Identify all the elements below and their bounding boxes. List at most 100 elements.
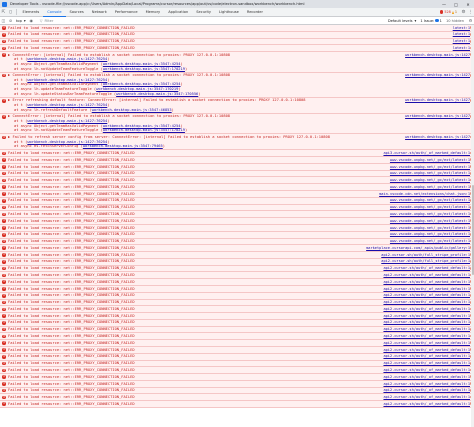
tab-sources[interactable]: Sources: [66, 8, 88, 17]
source-link[interactable]: marketplace.cursorapi.com/_apis/public/g…: [364, 245, 470, 251]
console-error-row[interactable]: Failed to load resource: net::ERR_PROXY_…: [0, 340, 474, 347]
console-error-row[interactable]: Failed to load resource: net::ERR_PROXY_…: [0, 177, 474, 185]
stack-frame-link[interactable]: workbench.desktop.main.js:3547:170556: [116, 92, 198, 96]
source-link[interactable]: api2.cursor.sh/auth/_of_marked_default:1: [381, 320, 470, 326]
source-link[interactable]: api2.cursor.sh/auth/full_stripe_profile:…: [379, 252, 470, 258]
device-toolbar-icon[interactable]: ▯: [7, 8, 14, 17]
console-error-row[interactable]: Failed to load resource: net::ERR_PROXY_…: [0, 45, 474, 53]
tab-memory[interactable]: Memory: [142, 8, 165, 17]
console-error-row[interactable]: Failed to load resource: net::ERR_PROXY_…: [0, 299, 474, 307]
console-error-row[interactable]: ▶ ConnectError: [internal] Failed to est…: [0, 52, 474, 73]
source-link[interactable]: workbench.desktop.main.js:1427: [403, 134, 470, 140]
stack-frame-link[interactable]: workbench.desktop.main.js:1427:76254: [27, 103, 107, 107]
tab-elements[interactable]: Elements: [19, 8, 44, 17]
source-link[interactable]: www.vscode-unpkg.net/_gc/ext/latest:1: [387, 198, 470, 203]
console-error-row[interactable]: Failed to load resource: net::ERR_PROXY_…: [0, 285, 474, 293]
source-link[interactable]: www.vscode-unpkg.net/_gc/ext/latest:1: [387, 239, 470, 244]
source-link[interactable]: api2.cursor.sh/auth/_of_marked_default:1: [381, 367, 470, 373]
console-error-row[interactable]: Failed to load resource: net::ERR_PROXY_…: [0, 279, 474, 286]
console-error-row[interactable]: Failed to load resource: net::ERR_PROXY_…: [0, 394, 474, 402]
clear-console-icon[interactable]: ⊘: [7, 17, 14, 25]
source-link[interactable]: www.vscode-unpkg.net/_gc/ext/latest:1: [387, 184, 470, 190]
console-error-row[interactable]: Failed to load resource: net::ERR_PROXY_…: [0, 163, 474, 171]
console-error-row[interactable]: ▶ Error refreshing default feature: Conn…: [0, 97, 474, 114]
console-error-row[interactable]: ▶ ConnectError: [internal] Failed to est…: [0, 113, 474, 135]
source-link[interactable]: api2.cursor.sh/auth/_of_marked_default:1: [381, 279, 470, 285]
tab-recorder[interactable]: Recorder: [243, 8, 267, 17]
source-link[interactable]: api2.cursor.sh/auth/_of_marked_default:1: [381, 293, 470, 298]
console-error-row[interactable]: Failed to load resource: net::ERR_PROXY_…: [0, 25, 474, 32]
source-link[interactable]: latest:1: [450, 45, 470, 51]
sidebar-toggle-icon[interactable]: ◫: [0, 17, 7, 25]
tab-application[interactable]: Application: [164, 8, 192, 17]
tab-console[interactable]: Console: [43, 8, 66, 17]
minimize-icon[interactable]: —: [438, 0, 450, 8]
stack-frame-link[interactable]: workbench.desktop.main.js:3547:46853: [92, 108, 172, 112]
source-link[interactable]: www.vscode-unpkg.net/_gc/ext/latest:1: [387, 232, 470, 237]
source-link[interactable]: api2.cursor.sh/auth/_of_marked_default:1: [381, 266, 470, 271]
console-error-row[interactable]: Failed to load resource: net::ERR_PROXY_…: [0, 333, 474, 341]
console-error-row[interactable]: Failed to load resource: net::ERR_PROXY_…: [0, 224, 474, 232]
console-error-row[interactable]: Failed to load resource: net::ERR_PROXY_…: [0, 170, 474, 178]
console-error-row[interactable]: Failed to load resource: net::ERR_PROXY_…: [0, 258, 474, 266]
source-link[interactable]: api3.cursor.sh/auth/_of_marked_default:1: [381, 150, 470, 156]
tab-network[interactable]: Network: [88, 8, 111, 17]
source-link[interactable]: api2.cursor.sh/auth/_of_marked_default:1: [381, 286, 470, 292]
source-link[interactable]: www.vscode-unpkg.net/_gc/ext/latest:1: [387, 157, 470, 163]
source-link[interactable]: www.vscode-unpkg.net/_gc/ext/latest:1: [387, 164, 470, 170]
source-link[interactable]: api2.cursor.sh/auth/_of_marked_default:1: [381, 273, 470, 278]
source-link[interactable]: www.vscode-unpkg.net/_gc/ext/latest:1: [387, 171, 470, 176]
source-link[interactable]: api2.cursor.sh/auth/_of_marked_default:1: [381, 306, 470, 312]
source-link[interactable]: api2.cursor.sh/auth/_of_marked_default:1: [381, 300, 470, 305]
console-error-row[interactable]: Failed to load resource: net::ERR_PROXY_…: [0, 231, 474, 239]
console-error-row[interactable]: Failed to load resource: net::ERR_PROXY_…: [0, 150, 474, 158]
console-error-row[interactable]: Failed to load resource: net::ERR_PROXY_…: [0, 306, 474, 314]
console-error-row[interactable]: Failed to load resource: net::ERR_PROXY_…: [0, 191, 474, 198]
console-error-row[interactable]: Failed to load resource: net::ERR_PROXY_…: [0, 252, 474, 259]
console-error-row[interactable]: Failed to load resource: net::ERR_PROXY_…: [0, 374, 474, 381]
source-link[interactable]: www.vscode-unpkg.net/_gc/ext/latest:1: [387, 225, 470, 231]
more-options-icon[interactable]: ⋮: [467, 8, 474, 17]
stack-frame-link[interactable]: workbench.desktop.main.js:3547:4254: [103, 124, 181, 128]
error-count-badge[interactable]: 528 1: [439, 10, 457, 14]
eye-icon[interactable]: ◉: [28, 17, 35, 25]
stack-frame-link[interactable]: workbench.desktop.main.js:3547:4254: [103, 82, 181, 86]
issues-button[interactable]: 1 Issue: 1: [420, 19, 442, 23]
source-link[interactable]: www.vscode-unpkg.net/_gc/ext/latest:1: [387, 205, 470, 210]
context-selector[interactable]: top ▾: [14, 19, 28, 23]
tab-security[interactable]: Security: [192, 8, 215, 17]
source-link[interactable]: api2.cursor.sh/auth/full_stripe_profile:…: [379, 259, 470, 265]
console-error-row[interactable]: Failed to load resource: net::ERR_PROXY_…: [0, 184, 474, 192]
source-link[interactable]: workbench.desktop.main.js:1427: [403, 73, 470, 78]
console-error-row[interactable]: ▶ ConnectError: [internal] Failed to est…: [0, 72, 474, 98]
console-error-row[interactable]: Failed to load resource: net::ERR_PROXY_…: [0, 326, 474, 334]
stack-frame-link[interactable]: workbench.desktop.main.js:1427:76254: [27, 78, 107, 82]
source-link[interactable]: workbench.desktop.main.js:1427: [403, 114, 470, 119]
source-link[interactable]: api2.cursor.sh/auth/_of_marked_default:1: [381, 401, 470, 407]
source-link[interactable]: api2.cursor.sh/auth/_of_marked_default:1: [381, 334, 470, 339]
source-link[interactable]: www.vscode-unpkg.net/_gc/ext/latest:1: [387, 218, 470, 224]
source-link[interactable]: api2.cursor.sh/auth/_of_marked_default:1: [381, 327, 470, 332]
source-link[interactable]: api2.cursor.sh/auth/_of_marked_default:1: [381, 354, 470, 359]
source-link[interactable]: main.vscode-cdn.net/extensions/chat.json…: [377, 191, 470, 197]
source-link[interactable]: latest:1: [450, 39, 470, 44]
console-error-row[interactable]: Failed to load resource: net::ERR_PROXY_…: [0, 211, 474, 219]
console-error-row[interactable]: Failed to load resource: net::ERR_PROXY_…: [0, 319, 474, 327]
console-error-row[interactable]: Failed to load resource: net::ERR_PROXY_…: [0, 292, 474, 300]
source-link[interactable]: www.vscode-unpkg.net/_gc/ext/latest:1: [387, 178, 470, 183]
console-error-row[interactable]: Failed to load resource: net::ERR_PROXY_…: [0, 245, 474, 253]
stack-frame-link[interactable]: workbench.desktop.main.js:3547:4254: [103, 62, 181, 66]
source-link[interactable]: workbench.desktop.main.js:1427: [403, 98, 470, 104]
console-error-row[interactable]: Failed to load resource: net::ERR_PROXY_…: [0, 401, 474, 409]
scrollbar-thumb[interactable]: [471, 185, 474, 275]
console-error-row[interactable]: Failed to load resource: net::ERR_PROXY_…: [0, 265, 474, 273]
console-error-row[interactable]: Failed to load resource: net::ERR_PROXY_…: [0, 218, 474, 225]
console-error-row[interactable]: ▶ Failed to refresh server config from s…: [0, 134, 474, 151]
console-error-row[interactable]: Failed to load resource: net::ERR_PROXY_…: [0, 238, 474, 246]
console-error-row[interactable]: Failed to load resource: net::ERR_PROXY_…: [0, 353, 474, 361]
filter-input[interactable]: ▽ Filter: [38, 18, 158, 24]
stack-frame-link[interactable]: workbench.desktop.main.js:3547:170219: [103, 128, 185, 132]
source-link[interactable]: api2.cursor.sh/auth/_of_marked_default:1: [381, 313, 470, 319]
stack-frame-link[interactable]: workbench.desktop.main.js:1427:76254: [27, 57, 107, 61]
source-link[interactable]: latest:1: [450, 25, 470, 31]
